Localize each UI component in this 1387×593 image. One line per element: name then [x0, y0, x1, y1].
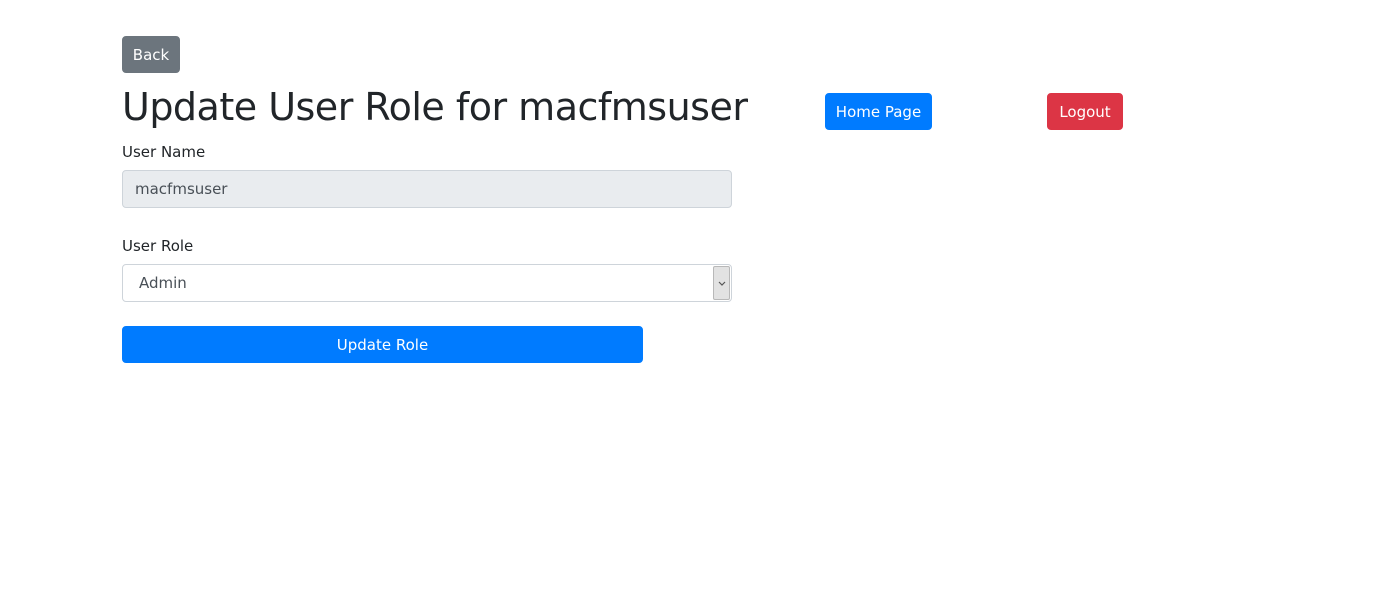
username-label: User Name: [122, 143, 206, 161]
user-role-selected-value: Admin: [139, 274, 187, 292]
update-role-button[interactable]: Update Role: [122, 326, 643, 363]
logout-button[interactable]: Logout: [1047, 93, 1123, 130]
chevron-down-icon[interactable]: [713, 266, 730, 300]
back-button[interactable]: Back: [122, 36, 180, 73]
home-page-button[interactable]: Home Page: [825, 93, 932, 130]
page-title: Update User Role for macfmsuser: [122, 85, 748, 129]
update-user-role-page: Back Update User Role for macfmsuser Hom…: [0, 0, 1387, 593]
user-role-select[interactable]: Admin: [122, 264, 732, 302]
user-role-label: User Role: [122, 237, 194, 255]
username-input[interactable]: [122, 170, 732, 208]
